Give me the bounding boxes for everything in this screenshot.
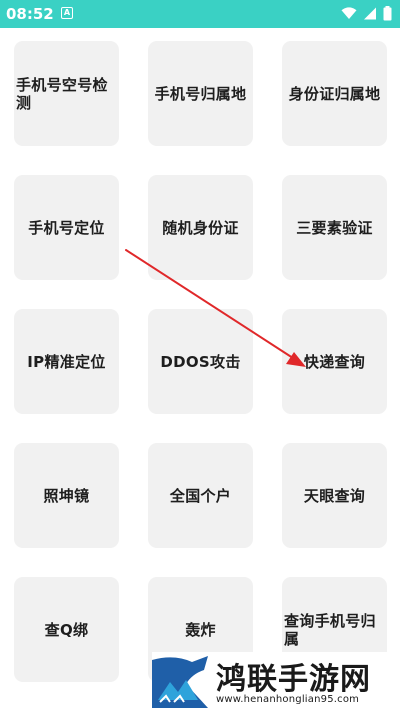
tile-empty-number-check[interactable]: 手机号空号检测 — [14, 41, 119, 146]
tile-label: IP精准定位 — [27, 352, 106, 371]
tile-random-id-card[interactable]: 随机身份证 — [148, 175, 253, 280]
tile-label: 照坤镜 — [43, 486, 90, 505]
tile-label: 手机号空号检测 — [16, 75, 108, 112]
tile-three-factor-verify[interactable]: 三要素验证 — [282, 175, 387, 280]
watermark: 鸿联手游网 www.henanhonglian95.com — [152, 652, 400, 712]
tile-label: 查询手机号归属 — [284, 611, 376, 648]
tile-label: 快递查询 — [303, 352, 366, 371]
watermark-url: www.henanhonglian95.com — [216, 694, 360, 705]
tile-express-query[interactable]: 快递查询 — [282, 309, 387, 414]
tile-national-household[interactable]: 全国个户 — [148, 443, 253, 548]
status-icons — [341, 6, 392, 21]
tile-label: 手机号归属地 — [154, 84, 247, 103]
tile-phone-location[interactable]: 手机号归属地 — [148, 41, 253, 146]
status-bar: 08:52 A — [0, 0, 400, 28]
tile-ip-locate[interactable]: IP精准定位 — [14, 309, 119, 414]
wifi-icon — [341, 7, 357, 20]
tile-label: 手机号定位 — [28, 218, 105, 237]
tile-label: 三要素验证 — [296, 218, 373, 237]
tile-phone-locate[interactable]: 手机号定位 — [14, 175, 119, 280]
tile-zhaokun-mirror[interactable]: 照坤镜 — [14, 443, 119, 548]
tile-label: 查Q绑 — [44, 620, 89, 639]
tile-label: 轰炸 — [185, 620, 216, 639]
tile-tianyan-query[interactable]: 天眼查询 — [282, 443, 387, 548]
feature-grid: 手机号空号检测 手机号归属地 身份证归属地 手机号定位 随机身份证 三要素验证 … — [0, 28, 400, 712]
tile-label: DDOS攻击 — [160, 352, 241, 371]
tile-q-binding[interactable]: 查Q绑 — [14, 577, 119, 682]
tile-label: 随机身份证 — [162, 218, 239, 237]
bird-logo-icon — [152, 656, 208, 708]
battery-icon — [383, 6, 392, 21]
tile-label: 天眼查询 — [303, 486, 366, 505]
status-time: 08:52 — [6, 5, 54, 23]
app-notification-icon: A — [61, 7, 73, 19]
tile-label: 身份证归属地 — [288, 84, 381, 103]
tile-id-card-location[interactable]: 身份证归属地 — [282, 41, 387, 146]
tile-label: 全国个户 — [169, 486, 232, 505]
signal-icon — [363, 7, 377, 20]
watermark-title: 鸿联手游网 — [216, 662, 371, 697]
tile-ddos-attack[interactable]: DDOS攻击 — [148, 309, 253, 414]
